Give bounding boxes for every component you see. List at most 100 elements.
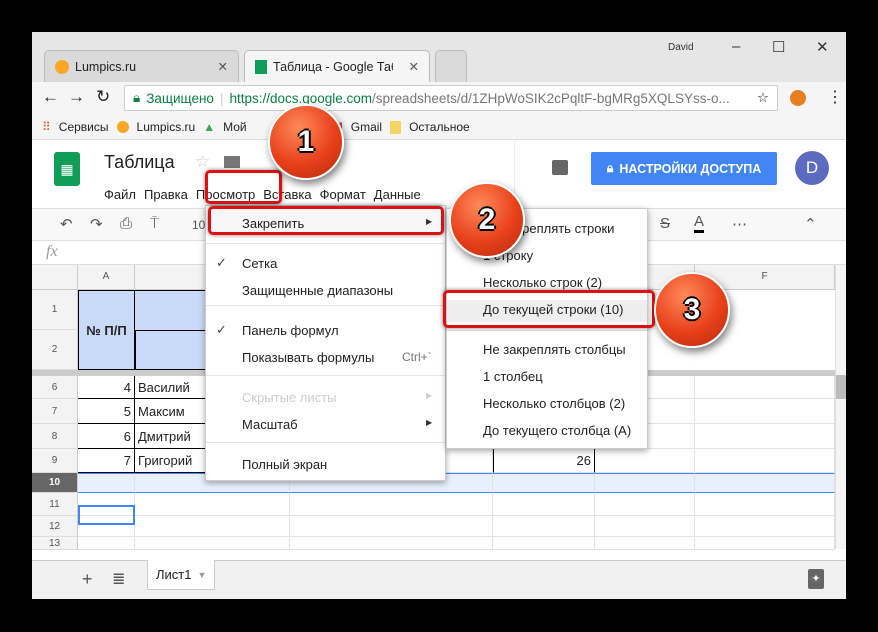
cell[interactable]	[695, 376, 835, 399]
vertical-scrollbar[interactable]	[835, 265, 846, 549]
print-icon[interactable]: ⎙	[120, 215, 132, 232]
comments-icon[interactable]	[552, 160, 568, 175]
doc-title[interactable]: Таблица	[104, 152, 175, 173]
row-header[interactable]: 6	[32, 376, 78, 399]
cell[interactable]	[290, 493, 493, 516]
cell[interactable]	[493, 473, 595, 493]
tab-sheets[interactable]: Таблица - Google Табли ✕	[244, 50, 430, 82]
text-color-icon[interactable]: A	[694, 213, 705, 233]
cell[interactable]	[493, 516, 595, 537]
add-sheet-icon[interactable]: +	[82, 569, 93, 590]
bookmark-drive[interactable]: Мой	[223, 120, 247, 134]
cell[interactable]	[695, 399, 835, 424]
cell-number[interactable]: 4	[78, 376, 135, 399]
freeze-option[interactable]: Несколько столбцов (2)	[447, 394, 647, 416]
cell[interactable]	[78, 473, 135, 493]
menu-format[interactable]: Формат	[320, 187, 374, 202]
row-header[interactable]: 11	[32, 493, 78, 516]
bookmark-gmail[interactable]: Gmail	[351, 120, 382, 134]
cell-value[interactable]: 26	[493, 449, 595, 473]
cell[interactable]	[595, 516, 695, 537]
cell[interactable]	[493, 493, 595, 516]
redo-icon[interactable]: ↷	[90, 215, 103, 233]
close-tab-icon[interactable]: ✕	[218, 59, 228, 74]
bookmark-lumpics[interactable]: Lumpics.ru	[137, 120, 196, 134]
row-header[interactable]: 8	[32, 424, 78, 449]
reload-icon[interactable]: ↻	[96, 87, 110, 107]
cell[interactable]	[695, 424, 835, 449]
sheets-logo-icon[interactable]: ▦	[54, 152, 80, 186]
close-window-icon[interactable]: ✕	[816, 38, 829, 56]
zoom-select[interactable]: 10	[192, 218, 205, 232]
cell[interactable]	[695, 516, 835, 537]
cell-number[interactable]: 7	[78, 449, 135, 473]
tab-lumpics[interactable]: Lumpics.ru ✕	[44, 50, 239, 82]
view-menu-item[interactable]: Защищенные диапазоны	[206, 281, 445, 303]
cell[interactable]	[695, 473, 835, 493]
cell[interactable]	[493, 537, 595, 550]
maximize-icon[interactable]: ☐	[772, 38, 785, 56]
column-header-a[interactable]: A	[78, 265, 135, 290]
cell[interactable]	[595, 449, 695, 473]
new-tab-button[interactable]	[435, 50, 467, 82]
cell[interactable]	[695, 449, 835, 473]
cell[interactable]	[695, 493, 835, 516]
view-menu-item[interactable]: ✓ Сетка	[206, 254, 445, 276]
profile-name[interactable]: David	[668, 42, 694, 53]
collapse-icon[interactable]: ⌃	[804, 215, 817, 233]
menu-dots-icon[interactable]: ⋮	[827, 87, 843, 107]
undo-icon[interactable]: ↶	[60, 215, 73, 233]
cell[interactable]	[595, 493, 695, 516]
row-header[interactable]: 1	[32, 290, 78, 330]
share-button[interactable]: 🔒︎ НАСТРОЙКИ ДОСТУПА	[591, 152, 777, 185]
cell[interactable]	[135, 493, 290, 516]
view-menu-item[interactable]: Показывать формулы Ctrl+`	[206, 348, 445, 370]
minimize-icon[interactable]: –	[732, 38, 740, 55]
dropdown-icon[interactable]: ▼	[197, 570, 206, 580]
cell[interactable]	[135, 537, 290, 550]
header-cell-number[interactable]: № П/П	[78, 290, 135, 370]
selected-cell[interactable]	[78, 505, 135, 525]
view-menu-item[interactable]: ✓ Панель формул	[206, 321, 445, 343]
strikethrough-icon[interactable]: S	[660, 215, 670, 232]
menu-data[interactable]: Данные	[374, 187, 429, 202]
address-bar[interactable]: 🔒︎ Защищено | https://docs.google.com/sp…	[124, 85, 778, 111]
cell[interactable]	[78, 537, 135, 550]
back-icon[interactable]: ←	[42, 87, 59, 107]
row-header[interactable]: 13	[32, 537, 78, 550]
cell[interactable]	[595, 473, 695, 493]
cell[interactable]	[290, 516, 493, 537]
star-icon[interactable]: ☆	[757, 90, 769, 106]
cell[interactable]	[695, 537, 835, 550]
star-icon[interactable]: ☆	[195, 152, 210, 172]
view-menu-item[interactable]: Полный экран	[206, 455, 445, 477]
sheet-tab[interactable]: Лист1 ▼	[147, 560, 215, 590]
bookmark-services[interactable]: Сервисы	[59, 120, 109, 134]
freeze-option[interactable]: До текущего столбца (A)	[447, 421, 647, 443]
row-header[interactable]: 9	[32, 449, 78, 473]
freeze-option[interactable]: 1 столбец	[447, 367, 647, 389]
bookmark-other[interactable]: Остальное	[409, 120, 470, 134]
row-header[interactable]: 12	[32, 516, 78, 537]
menu-edit[interactable]: Правка	[144, 187, 196, 202]
folder-icon[interactable]	[224, 156, 240, 168]
cell-number[interactable]: 6	[78, 424, 135, 449]
cell[interactable]	[290, 537, 493, 550]
extension-icon[interactable]	[790, 90, 806, 106]
row-header[interactable]: 10	[32, 473, 78, 493]
view-menu-item[interactable]: Масштаб ▶	[206, 415, 445, 437]
row-header[interactable]: 2	[32, 330, 78, 370]
cell[interactable]	[135, 516, 290, 537]
paint-format-icon[interactable]: ⍑	[150, 215, 159, 232]
avatar[interactable]: D	[795, 151, 829, 185]
close-tab-icon[interactable]: ✕	[409, 59, 419, 74]
menu-file[interactable]: Файл	[104, 187, 144, 202]
more-icon[interactable]: ⋯	[732, 215, 747, 233]
row-header[interactable]: 7	[32, 399, 78, 424]
forward-icon[interactable]: →	[68, 87, 85, 107]
cell[interactable]	[595, 537, 695, 550]
cell-number[interactable]: 5	[78, 399, 135, 424]
freeze-option[interactable]: Не закреплять столбцы	[447, 340, 647, 362]
explore-icon[interactable]: ✦	[808, 569, 824, 589]
sheet-list-icon[interactable]: ≣	[112, 569, 125, 589]
